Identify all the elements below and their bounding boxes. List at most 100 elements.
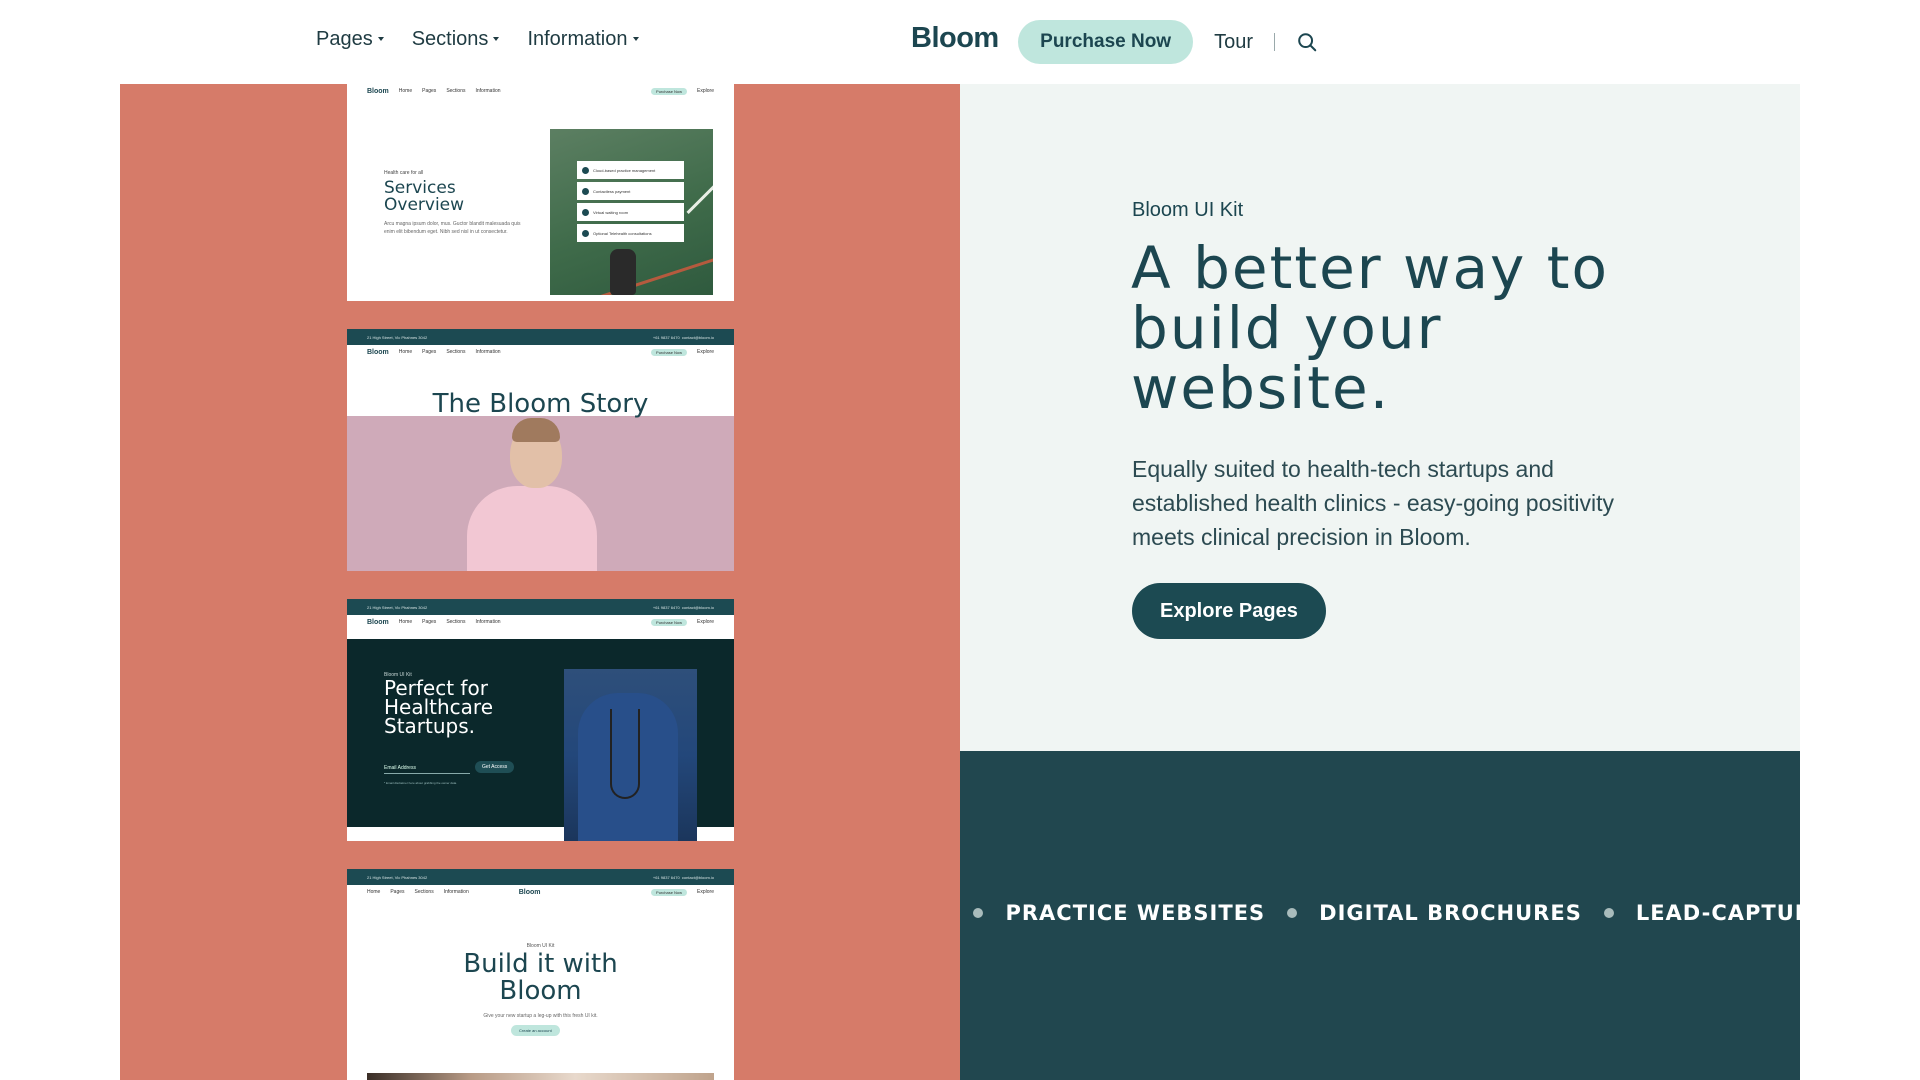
preview-services-overview[interactable]: Bloom Home Pages Sections Information Pu… — [347, 84, 734, 301]
build-text: Give your new startup a leg-up with this… — [483, 1013, 598, 1019]
mini-navbar: Bloom Home Pages Sections Information Pu… — [347, 615, 734, 629]
mini-nav-information: Information — [475, 88, 501, 94]
mini-nav-information: Information — [475, 619, 501, 625]
mini-contact: +61 9837 6470 contact@bloom.io — [653, 605, 714, 610]
mini-topbar: 21 High Street, Vic Phahnes 3042 +61 983… — [347, 599, 734, 615]
menu-information[interactable]: Information — [527, 28, 639, 51]
marquee-word: LEAD-CAPTUI — [1635, 901, 1800, 925]
mini-brand: Bloom — [367, 87, 389, 95]
purchase-now-button[interactable]: Purchase Now — [1018, 20, 1194, 64]
check-icon — [582, 229, 589, 237]
mini-nav-sections: Sections — [446, 349, 466, 355]
mini-navbar: Bloom Home Pages Sections Information Pu… — [347, 84, 734, 98]
services-title: Services Overview — [384, 178, 465, 215]
feature-label: Cloud-based practice management — [593, 167, 656, 173]
mini-nav-information: Information — [443, 889, 469, 895]
mini-brand: Bloom — [367, 348, 389, 356]
search-icon[interactable] — [1296, 31, 1318, 53]
chevron-down-icon — [493, 36, 500, 41]
marquee-band: ES PRACTICE WEBSITES DIGITAL BROCHURES L… — [960, 751, 1800, 1080]
tour-link[interactable]: Tour — [1214, 31, 1253, 54]
hero-subtitle: Equally suited to health-tech startups a… — [1132, 456, 1614, 550]
feature-label: Contactless payment — [593, 188, 631, 194]
mini-contact: +61 9837 6470 contact@bloom.io — [653, 875, 714, 880]
nav-actions: Purchase Now Tour — [1018, 20, 1318, 64]
hero-headline: A better way to build your website. — [1131, 234, 1610, 422]
court-line — [686, 129, 713, 214]
preview-healthcare-startups[interactable]: 21 High Street, Vic Phahnes 3042 +61 983… — [347, 599, 734, 841]
preview-bloom-story[interactable]: 21 High Street, Vic Phahnes 3042 +61 983… — [347, 329, 734, 571]
menu-sections[interactable]: Sections — [412, 28, 500, 51]
mini-phone: +61 9837 6470 — [652, 874, 680, 880]
preview-build-with-bloom[interactable]: 21 High Street, Vic Phahnes 3042 +61 983… — [347, 869, 734, 1080]
mini-nav-pages: Pages — [422, 349, 437, 355]
brand-logo[interactable]: Bloom — [911, 22, 999, 55]
stethoscope-shape — [610, 709, 640, 799]
mini-address: 21 High Street, Vic Phahnes 3042 — [367, 874, 428, 880]
mini-nav-pages: Pages — [390, 889, 405, 895]
feature-item: Optional Telehealth consultations — [577, 224, 684, 242]
chevron-down-icon — [377, 36, 384, 41]
mini-purchase-pill: Purchase Now — [651, 888, 688, 896]
mini-explore: Explore — [697, 88, 714, 94]
hero-section: Bloom UI Kit A better way to build your … — [960, 84, 1800, 751]
build-title-text: Build it with Bloom — [463, 949, 618, 1006]
services-text: Arcu magna ipsum dolor, mus. Guctor blan… — [384, 221, 521, 235]
mini-phone: +61 9837 6470 — [652, 334, 680, 340]
marquee-ticker: ES PRACTICE WEBSITES DIGITAL BROCHURES L… — [960, 901, 1800, 925]
feature-item: Virtual waiting room — [577, 203, 684, 221]
nav-divider — [1274, 33, 1275, 51]
marquee-word: DIGITAL BROCHURES — [1319, 901, 1582, 925]
mini-purchase-pill: Purchase Now — [651, 618, 688, 626]
mini-nav-home: Home — [398, 88, 413, 94]
mini-topbar: 21 High Street, Vic Phahnes 3042 +61 983… — [347, 329, 734, 345]
create-account-button: Create an account — [511, 1025, 560, 1036]
mini-topbar: 21 High Street, Vic Phahnes 3042 +61 983… — [347, 869, 734, 885]
mini-explore: Explore — [697, 889, 714, 895]
check-icon — [582, 166, 589, 174]
top-navigation: Pages Sections Information Bloom Purchas… — [0, 0, 1920, 84]
menu-pages-label: Pages — [316, 28, 373, 50]
mini-nav-sections: Sections — [446, 88, 466, 94]
portrait-photo — [347, 416, 734, 571]
check-icon — [582, 208, 589, 216]
mini-nav-home: Home — [398, 619, 413, 625]
bullet-icon — [1603, 908, 1614, 918]
explore-pages-button[interactable]: Explore Pages — [1132, 583, 1326, 639]
main-menu: Pages Sections Information — [316, 28, 639, 51]
check-icon — [582, 187, 589, 195]
feature-label: Optional Telehealth consultations — [593, 230, 652, 236]
mini-brand: Bloom — [518, 888, 541, 896]
menu-information-label: Information — [527, 28, 628, 50]
menu-pages[interactable]: Pages — [316, 28, 384, 51]
services-eyebrow: Health care for all — [384, 170, 424, 176]
feature-label: Virtual waiting room — [593, 209, 629, 215]
person-hair — [512, 418, 560, 442]
chevron-down-icon — [632, 36, 639, 41]
person-torso — [467, 486, 597, 571]
mini-brand: Bloom — [367, 618, 389, 626]
template-previews-panel: Bloom Home Pages Sections Information Pu… — [120, 84, 960, 1080]
mini-nav-sections: Sections — [414, 889, 434, 895]
shoe-shape — [610, 249, 636, 295]
mini-purchase-pill: Purchase Now — [651, 87, 688, 95]
mini-address: 21 High Street, Vic Phahnes 3042 — [367, 334, 428, 340]
startups-title: Perfect for Healthcare Startups. — [384, 676, 494, 738]
mini-navbar: Bloom Home Pages Sections Information Pu… — [347, 345, 734, 359]
build-title: Build it with Bloom — [347, 951, 734, 1005]
marquee-word: PRACTICE WEBSITES — [1005, 901, 1266, 925]
mini-nav-home: Home — [367, 889, 381, 895]
mini-contact: +61 9837 6470 contact@bloom.io — [653, 335, 714, 340]
feature-item: Contactless payment — [577, 182, 684, 200]
mini-nav-pages: Pages — [422, 88, 437, 94]
story-title: The Bloom Story — [432, 389, 649, 419]
hero-eyebrow: Bloom UI Kit — [1132, 199, 1244, 221]
mini-explore: Explore — [697, 349, 714, 355]
mini-email: contact@bloom.io — [681, 604, 714, 610]
mini-nav-sections: Sections — [446, 619, 466, 625]
services-feature-list: Cloud-based practice management Contactl… — [577, 161, 684, 242]
mini-navbar: Home Pages Sections Information Bloom Pu… — [347, 885, 734, 899]
feature-item: Cloud-based practice management — [577, 161, 684, 179]
menu-sections-label: Sections — [411, 28, 489, 50]
mini-email: contact@bloom.io — [681, 874, 714, 880]
